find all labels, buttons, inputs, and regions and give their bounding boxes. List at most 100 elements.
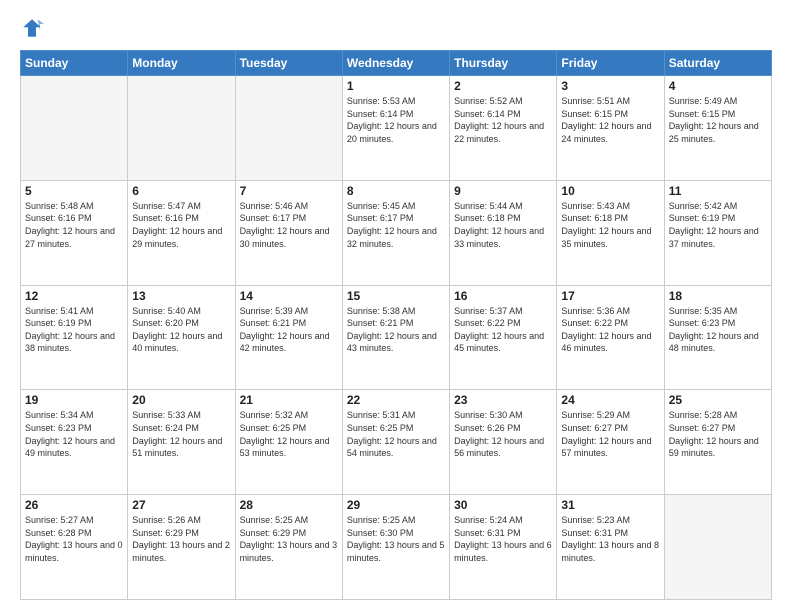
day-info: Sunrise: 5:29 AMSunset: 6:27 PMDaylight:… (561, 409, 659, 459)
calendar-cell: 19 Sunrise: 5:34 AMSunset: 6:23 PMDayligh… (21, 390, 128, 495)
day-info: Sunrise: 5:43 AMSunset: 6:18 PMDaylight:… (561, 200, 659, 250)
day-info: Sunrise: 5:39 AMSunset: 6:21 PMDaylight:… (240, 305, 338, 355)
calendar-cell: 13 Sunrise: 5:40 AMSunset: 6:20 PMDayligh… (128, 285, 235, 390)
calendar-cell: 27 Sunrise: 5:26 AMSunset: 6:29 PMDayligh… (128, 495, 235, 600)
calendar-cell: 1 Sunrise: 5:53 AMSunset: 6:14 PMDaylight… (342, 76, 449, 181)
day-number: 8 (347, 184, 445, 198)
day-number: 7 (240, 184, 338, 198)
day-info: Sunrise: 5:41 AMSunset: 6:19 PMDaylight:… (25, 305, 123, 355)
day-number: 9 (454, 184, 552, 198)
day-info: Sunrise: 5:25 AMSunset: 6:30 PMDaylight:… (347, 514, 445, 564)
calendar-cell: 16 Sunrise: 5:37 AMSunset: 6:22 PMDayligh… (450, 285, 557, 390)
day-number: 17 (561, 289, 659, 303)
calendar-cell: 10 Sunrise: 5:43 AMSunset: 6:18 PMDayligh… (557, 180, 664, 285)
day-number: 3 (561, 79, 659, 93)
calendar-cell: 4Sunrise: 5:49 AMSunset: 6:15 PMDaylight… (664, 76, 771, 181)
calendar-cell: 28Sunrise: 5:25 AMSunset: 6:29 PMDayligh… (235, 495, 342, 600)
calendar-cell: 23Sunrise: 5:30 AMSunset: 6:26 PMDayligh… (450, 390, 557, 495)
calendar-cell: 6 Sunrise: 5:47 AMSunset: 6:16 PMDaylight… (128, 180, 235, 285)
calendar-cell: 11Sunrise: 5:42 AMSunset: 6:19 PMDayligh… (664, 180, 771, 285)
weekday-header: Thursday (450, 51, 557, 76)
day-number: 16 (454, 289, 552, 303)
day-info: Sunrise: 5:47 AMSunset: 6:16 PMDaylight:… (132, 200, 230, 250)
calendar-cell: 20 Sunrise: 5:33 AMSunset: 6:24 PMDayligh… (128, 390, 235, 495)
weekday-header: Sunday (21, 51, 128, 76)
calendar-cell (235, 76, 342, 181)
day-info: Sunrise: 5:32 AMSunset: 6:25 PMDaylight:… (240, 409, 338, 459)
calendar: SundayMondayTuesdayWednesdayThursdayFrid… (20, 50, 772, 600)
day-number: 14 (240, 289, 338, 303)
day-info: Sunrise: 5:23 AMSunset: 6:31 PMDaylight:… (561, 514, 659, 564)
day-number: 10 (561, 184, 659, 198)
day-number: 13 (132, 289, 230, 303)
calendar-cell: 29 Sunrise: 5:25 AMSunset: 6:30 PMDayligh… (342, 495, 449, 600)
day-number: 30 (454, 498, 552, 512)
logo (20, 16, 48, 40)
calendar-cell: 30 Sunrise: 5:24 AMSunset: 6:31 PMDayligh… (450, 495, 557, 600)
day-info: Sunrise: 5:53 AMSunset: 6:14 PMDaylight:… (347, 95, 445, 145)
day-number: 5 (25, 184, 123, 198)
day-number: 25 (669, 393, 767, 407)
day-number: 15 (347, 289, 445, 303)
day-info: Sunrise: 5:44 AMSunset: 6:18 PMDaylight:… (454, 200, 552, 250)
day-number: 28 (240, 498, 338, 512)
day-info: Sunrise: 5:27 AMSunset: 6:28 PMDaylight:… (25, 514, 123, 564)
day-number: 18 (669, 289, 767, 303)
day-info: Sunrise: 5:35 AMSunset: 6:23 PMDaylight:… (669, 305, 767, 355)
calendar-cell: 9 Sunrise: 5:44 AMSunset: 6:18 PMDaylight… (450, 180, 557, 285)
day-info: Sunrise: 5:42 AMSunset: 6:19 PMDaylight:… (669, 200, 767, 250)
day-info: Sunrise: 5:38 AMSunset: 6:21 PMDaylight:… (347, 305, 445, 355)
calendar-cell: 22 Sunrise: 5:31 AMSunset: 6:25 PMDayligh… (342, 390, 449, 495)
day-info: Sunrise: 5:34 AMSunset: 6:23 PMDaylight:… (25, 409, 123, 459)
logo-icon (20, 16, 44, 40)
day-info: Sunrise: 5:52 AMSunset: 6:14 PMDaylight:… (454, 95, 552, 145)
day-number: 31 (561, 498, 659, 512)
day-info: Sunrise: 5:48 AMSunset: 6:16 PMDaylight:… (25, 200, 123, 250)
calendar-cell: 24 Sunrise: 5:29 AMSunset: 6:27 PMDayligh… (557, 390, 664, 495)
calendar-cell: 31 Sunrise: 5:23 AMSunset: 6:31 PMDayligh… (557, 495, 664, 600)
day-number: 21 (240, 393, 338, 407)
calendar-cell: 17 Sunrise: 5:36 AMSunset: 6:22 PMDayligh… (557, 285, 664, 390)
day-info: Sunrise: 5:33 AMSunset: 6:24 PMDaylight:… (132, 409, 230, 459)
day-number: 1 (347, 79, 445, 93)
day-number: 4 (669, 79, 767, 93)
day-number: 22 (347, 393, 445, 407)
calendar-cell: 12 Sunrise: 5:41 AMSunset: 6:19 PMDayligh… (21, 285, 128, 390)
day-info: Sunrise: 5:40 AMSunset: 6:20 PMDaylight:… (132, 305, 230, 355)
day-number: 12 (25, 289, 123, 303)
calendar-cell: 14 Sunrise: 5:39 AMSunset: 6:21 PMDayligh… (235, 285, 342, 390)
day-info: Sunrise: 5:46 AMSunset: 6:17 PMDaylight:… (240, 200, 338, 250)
day-number: 27 (132, 498, 230, 512)
header (20, 16, 772, 40)
day-number: 24 (561, 393, 659, 407)
day-number: 29 (347, 498, 445, 512)
day-number: 6 (132, 184, 230, 198)
day-info: Sunrise: 5:26 AMSunset: 6:29 PMDaylight:… (132, 514, 230, 564)
day-info: Sunrise: 5:45 AMSunset: 6:17 PMDaylight:… (347, 200, 445, 250)
calendar-cell: 15 Sunrise: 5:38 AMSunset: 6:21 PMDayligh… (342, 285, 449, 390)
day-info: Sunrise: 5:24 AMSunset: 6:31 PMDaylight:… (454, 514, 552, 564)
calendar-cell: 5 Sunrise: 5:48 AMSunset: 6:16 PMDaylight… (21, 180, 128, 285)
weekday-header: Tuesday (235, 51, 342, 76)
weekday-header: Friday (557, 51, 664, 76)
calendar-cell (21, 76, 128, 181)
weekday-header: Wednesday (342, 51, 449, 76)
day-number: 19 (25, 393, 123, 407)
day-info: Sunrise: 5:51 AMSunset: 6:15 PMDaylight:… (561, 95, 659, 145)
day-info: Sunrise: 5:37 AMSunset: 6:22 PMDaylight:… (454, 305, 552, 355)
weekday-header: Monday (128, 51, 235, 76)
day-info: Sunrise: 5:30 AMSunset: 6:26 PMDaylight:… (454, 409, 552, 459)
calendar-cell: 18 Sunrise: 5:35 AMSunset: 6:23 PMDayligh… (664, 285, 771, 390)
calendar-cell: 8 Sunrise: 5:45 AMSunset: 6:17 PMDaylight… (342, 180, 449, 285)
calendar-cell: 7 Sunrise: 5:46 AMSunset: 6:17 PMDaylight… (235, 180, 342, 285)
day-info: Sunrise: 5:28 AMSunset: 6:27 PMDaylight:… (669, 409, 767, 459)
day-info: Sunrise: 5:36 AMSunset: 6:22 PMDaylight:… (561, 305, 659, 355)
weekday-header: Saturday (664, 51, 771, 76)
day-info: Sunrise: 5:31 AMSunset: 6:25 PMDaylight:… (347, 409, 445, 459)
calendar-cell: 3 Sunrise: 5:51 AMSunset: 6:15 PMDaylight… (557, 76, 664, 181)
calendar-cell (664, 495, 771, 600)
page: SundayMondayTuesdayWednesdayThursdayFrid… (0, 0, 792, 612)
calendar-cell: 25 Sunrise: 5:28 AMSunset: 6:27 PMDayligh… (664, 390, 771, 495)
calendar-cell (128, 76, 235, 181)
day-number: 20 (132, 393, 230, 407)
